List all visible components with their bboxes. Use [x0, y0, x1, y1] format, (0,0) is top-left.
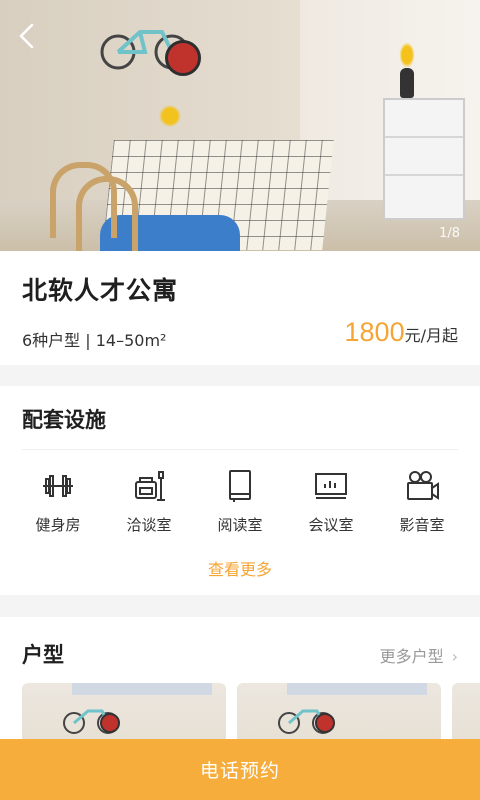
- flower-decoration: [158, 104, 182, 128]
- view-more-facilities-link[interactable]: 查看更多: [0, 556, 480, 580]
- divider: [22, 449, 458, 450]
- facility-label: 阅读室: [217, 516, 263, 534]
- price-unit: 元/月起: [404, 326, 458, 345]
- card-photo-ceiling: [287, 683, 427, 695]
- price: 1800元/月起: [345, 317, 458, 348]
- cabinet: [383, 98, 465, 220]
- facility-label: 影音室: [399, 516, 445, 534]
- wall-clock-decoration: [315, 713, 335, 733]
- apartment-info: 北软人才公寓 6种户型 | 14–50m² 1800元/月起: [0, 251, 480, 365]
- movie-camera-icon: [407, 471, 439, 500]
- hero-photo[interactable]: 1/8: [0, 0, 480, 251]
- room-type-summary: 6种户型 | 14–50m²: [22, 331, 167, 350]
- lounge-chair-icon: [135, 471, 165, 501]
- facilities-section: 配套设施 健身房 洽谈室 阅读室 会议室 影音室 查看更多: [0, 386, 480, 595]
- chair: [76, 176, 138, 251]
- image-page-indicator: 1/8: [439, 226, 460, 241]
- facility-meeting-lounge[interactable]: 洽谈室: [113, 468, 185, 535]
- wall-clock-decoration: [100, 713, 120, 733]
- facility-label: 洽谈室: [126, 516, 172, 534]
- facility-label: 会议室: [308, 516, 354, 534]
- call-to-book-button[interactable]: 电话预约: [0, 739, 480, 800]
- back-icon[interactable]: [14, 22, 42, 50]
- flower-decoration: [398, 40, 416, 70]
- chevron-right-icon: ›: [451, 647, 458, 666]
- facilities-title: 配套设施: [22, 408, 106, 432]
- vase: [400, 68, 414, 98]
- more-room-types-label: 更多户型: [379, 647, 444, 666]
- facility-label: 健身房: [35, 516, 81, 534]
- presentation-screen-icon: [315, 473, 347, 499]
- more-room-types-link[interactable]: 更多户型 ›: [380, 643, 458, 667]
- facility-reading-room[interactable]: 阅读室: [204, 468, 276, 535]
- facility-list: 健身房 洽谈室 阅读室 会议室 影音室: [22, 468, 458, 535]
- facility-gym[interactable]: 健身房: [22, 468, 94, 535]
- wall-clock-decoration: [165, 40, 201, 76]
- page-title: 北软人才公寓: [22, 276, 179, 305]
- card-photo-ceiling: [72, 683, 212, 695]
- facility-conference-room[interactable]: 会议室: [295, 468, 367, 535]
- facility-media-room[interactable]: 影音室: [386, 468, 458, 535]
- dumbbell-icon: [43, 475, 73, 497]
- price-amount: 1800: [344, 317, 405, 347]
- book-icon: [229, 470, 251, 502]
- room-types-title: 户型: [22, 643, 64, 667]
